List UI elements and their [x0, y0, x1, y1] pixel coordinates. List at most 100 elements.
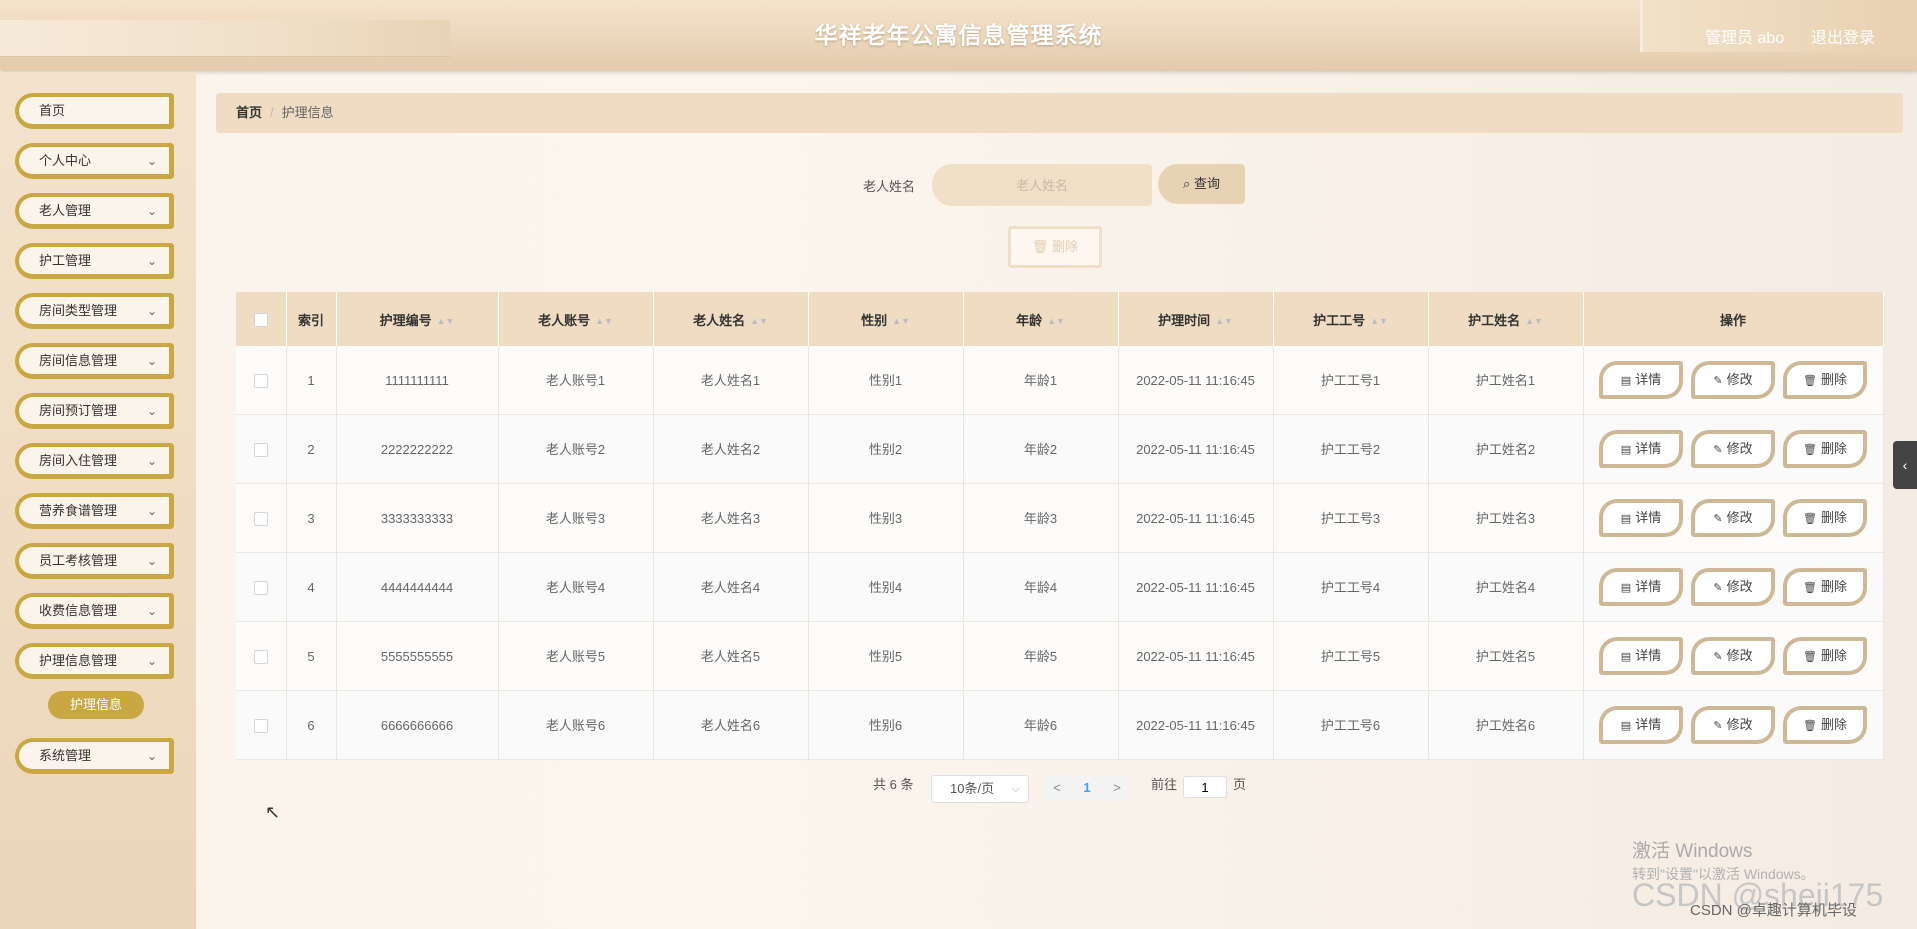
document-icon: ▤ [1620, 582, 1632, 594]
sidebar-item-12[interactable]: 系统管理 ⌄ [15, 738, 174, 774]
edit-button[interactable]: ✎ 修改 [1691, 430, 1775, 468]
prev-page-button[interactable]: < [1043, 775, 1071, 801]
elder-name-search-input[interactable] [932, 164, 1152, 206]
sidebar-item-10[interactable]: 收费信息管理 ⌄ [15, 593, 174, 629]
delete-button[interactable]: 🗑 删除 [1783, 499, 1867, 537]
app-title: 华祥老年公寓信息管理系统 [814, 22, 1103, 48]
delete-button[interactable]: 🗑 删除 [1783, 637, 1867, 675]
edit-button-label: 修改 [1726, 441, 1753, 456]
sidebar-item-2[interactable]: 老人管理 ⌄ [15, 193, 174, 229]
next-page-button[interactable]: > [1103, 775, 1131, 801]
delete-button-label: 删除 [1820, 372, 1847, 387]
delete-button[interactable]: 🗑 删除 [1783, 430, 1867, 468]
sidebar-item-label: 护工管理 [39, 253, 92, 268]
sort-icon[interactable]: ▲▼ [595, 317, 613, 326]
edit-button[interactable]: ✎ 修改 [1691, 706, 1775, 744]
cell-time: 2022-05-11 11:16:45 [1118, 552, 1274, 622]
chevron-down-icon: ⌄ [146, 354, 157, 368]
sort-icon[interactable]: ▲▼ [1047, 317, 1065, 326]
sort-icon[interactable]: ▲▼ [750, 317, 768, 326]
sidebar-item-4[interactable]: 房间类型管理 ⌄ [15, 293, 174, 329]
search-button[interactable]: ⌕ 查询 [1158, 164, 1245, 204]
batch-delete-button[interactable]: 🗑 删除 [1008, 226, 1102, 268]
logout-button[interactable]: 退出登录 [1811, 24, 1875, 48]
cell-age: 年龄6 [963, 690, 1119, 760]
detail-button[interactable]: ▤ 详情 [1599, 361, 1683, 399]
header-code[interactable]: 护理编号 ▲▼ [336, 292, 499, 346]
detail-button[interactable]: ▤ 详情 [1599, 637, 1683, 675]
sidebar-item-0[interactable]: 首页 [15, 93, 174, 129]
detail-button[interactable]: ▤ 详情 [1599, 568, 1683, 606]
detail-button-label: 详情 [1635, 372, 1662, 387]
breadcrumb-separator: / [270, 105, 274, 120]
row-checkbox[interactable] [236, 690, 287, 760]
detail-button-label: 详情 [1635, 579, 1662, 594]
sidebar-item-7[interactable]: 房间入住管理 ⌄ [15, 443, 174, 479]
header-gender[interactable]: 性别 ▲▼ [808, 292, 964, 346]
row-checkbox[interactable] [236, 621, 287, 691]
edit-button[interactable]: ✎ 修改 [1691, 637, 1775, 675]
header-age[interactable]: 年龄 ▲▼ [963, 292, 1119, 346]
cell-worker-id: 护工工号1 [1273, 346, 1429, 415]
sort-icon[interactable]: ▲▼ [437, 317, 455, 326]
edit-button[interactable]: ✎ 修改 [1691, 361, 1775, 399]
header-worker-id[interactable]: 护工工号 ▲▼ [1273, 292, 1429, 346]
edit-button[interactable]: ✎ 修改 [1691, 568, 1775, 606]
delete-button[interactable]: 🗑 删除 [1783, 361, 1867, 399]
header-worker-name[interactable]: 护工姓名 ▲▼ [1428, 292, 1584, 346]
breadcrumb-home[interactable]: 首页 [236, 105, 262, 120]
detail-button[interactable]: ▤ 详情 [1599, 430, 1683, 468]
cell-worker-id: 护工工号3 [1273, 483, 1429, 553]
goto-page-input[interactable] [1183, 776, 1227, 798]
delete-button[interactable]: 🗑 删除 [1783, 568, 1867, 606]
sidebar-item-6[interactable]: 房间预订管理 ⌄ [15, 393, 174, 429]
row-checkbox[interactable] [236, 552, 287, 622]
header-time[interactable]: 护理时间 ▲▼ [1118, 292, 1274, 346]
detail-button[interactable]: ▤ 详情 [1599, 706, 1683, 744]
sidebar-item-9[interactable]: 员工考核管理 ⌄ [15, 543, 174, 579]
sidebar-item-label: 房间信息管理 [39, 353, 118, 368]
cell-name: 老人姓名5 [653, 621, 809, 691]
edit-button[interactable]: ✎ 修改 [1691, 499, 1775, 537]
collapse-panel-button[interactable]: ‹ [1893, 441, 1917, 489]
delete-button[interactable]: 🗑 删除 [1783, 706, 1867, 744]
row-checkbox[interactable] [236, 483, 287, 553]
cell-time: 2022-05-11 11:16:45 [1118, 690, 1274, 760]
sidebar-item-label: 房间预订管理 [39, 403, 118, 418]
sort-icon[interactable]: ▲▼ [1525, 317, 1543, 326]
row-checkbox[interactable] [236, 346, 287, 415]
sidebar-item-11[interactable]: 护理信息管理 ⌄ [15, 643, 174, 679]
chevron-down-icon: ⌄ [146, 304, 157, 318]
sidebar-subitem-nursing-info[interactable]: 护理信息 [48, 691, 144, 719]
trash-icon: 🗑 [1803, 651, 1817, 663]
sidebar-item-8[interactable]: 营养食谱管理 ⌄ [15, 493, 174, 529]
sort-icon[interactable]: ▲▼ [1370, 317, 1388, 326]
detail-button[interactable]: ▤ 详情 [1599, 499, 1683, 537]
pagination-total: 共 6 条 [873, 777, 914, 792]
sidebar-item-label: 房间类型管理 [39, 303, 118, 318]
page-size-select[interactable]: 10条/页 ⌵ [931, 775, 1029, 803]
select-all-checkbox[interactable] [236, 292, 287, 346]
delete-button-label: 删除 [1820, 579, 1847, 594]
sort-icon[interactable]: ▲▼ [892, 317, 910, 326]
chevron-down-icon: ⌄ [146, 554, 157, 568]
detail-button-label: 详情 [1635, 510, 1662, 525]
chevron-down-icon: ⌄ [146, 204, 157, 218]
cell-name: 老人姓名6 [653, 690, 809, 760]
cell-gender: 性别2 [808, 414, 964, 484]
document-icon: ▤ [1620, 444, 1632, 456]
header-account[interactable]: 老人账号 ▲▼ [498, 292, 654, 346]
cell-worker-id: 护工工号4 [1273, 552, 1429, 622]
sidebar-item-1[interactable]: 个人中心 ⌄ [15, 143, 174, 179]
cell-name: 老人姓名1 [653, 346, 809, 415]
sidebar-item-3[interactable]: 护工管理 ⌄ [15, 243, 174, 279]
cell-code: 3333333333 [336, 483, 499, 553]
row-checkbox[interactable] [236, 414, 287, 484]
header-name[interactable]: 老人姓名 ▲▼ [653, 292, 809, 346]
document-icon: ▤ [1620, 375, 1632, 387]
windows-watermark: 激活 Windows [1632, 841, 1753, 862]
sidebar-item-5[interactable]: 房间信息管理 ⌄ [15, 343, 174, 379]
cell-index: 3 [286, 483, 337, 553]
sort-icon[interactable]: ▲▼ [1215, 317, 1233, 326]
page-1-button[interactable]: 1 [1073, 775, 1101, 801]
